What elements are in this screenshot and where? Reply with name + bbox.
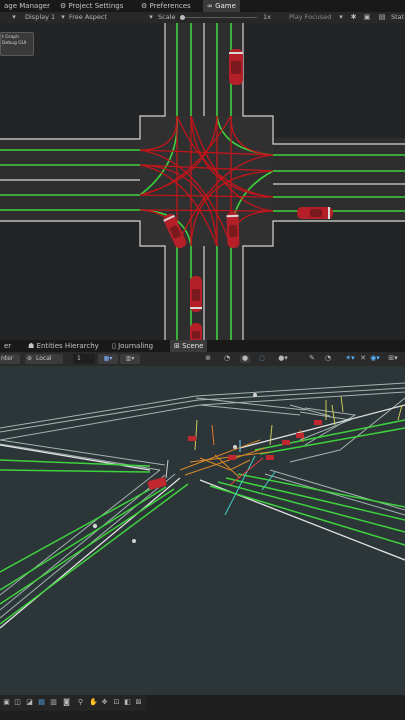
snap-icon: ▥▾ (125, 355, 135, 362)
tab-hierarchy[interactable]: er (0, 340, 15, 352)
chevron-down-icon: ▾ (339, 13, 343, 21)
grid-snap-value: 1 (77, 355, 81, 362)
scale-label: Scale (158, 13, 176, 21)
road-outlines-3d (0, 382, 405, 619)
overlay-line-1: t Graph (2, 35, 19, 40)
space-dropdown-label: Local (36, 355, 52, 362)
tab-hierarchy-label: er (4, 342, 12, 350)
snap-increment-icon[interactable]: ⊠ (133, 697, 144, 708)
intersection-area (140, 116, 273, 246)
tab-project-settings-label: Project Settings (68, 2, 124, 10)
scale-tool-icon[interactable]: ⊡ (111, 697, 122, 708)
layers-icon[interactable]: ◧ (122, 697, 133, 708)
game-toolbar: ▾ Display 1 ▾ Free Aspect ▾ Scale 1x Pla… (0, 12, 405, 23)
transform-tool-icon[interactable]: ▥ (48, 697, 59, 708)
tab-game[interactable]: ∞ Game (203, 0, 240, 12)
scale-slider-track[interactable] (181, 17, 257, 18)
custom-tool-icon[interactable]: ◙ (61, 697, 72, 708)
view-tool-icon[interactable]: ▣ (1, 697, 12, 708)
chevron-down-icon: ▾ (61, 13, 65, 21)
sphere-icon: ● (241, 354, 249, 362)
intersection-3d-view (0, 382, 405, 629)
car (226, 211, 240, 249)
tab-preferences-label: Preferences (149, 2, 191, 10)
tab-preferences[interactable]: ⚙ Preferences (137, 0, 195, 12)
increment-snap-button[interactable]: ▥▾ (120, 354, 140, 364)
shading-lit-icon[interactable]: ◌ (257, 353, 267, 364)
render-mode-icon[interactable]: ●▾ (276, 353, 290, 364)
tab-project-settings[interactable]: ⚙ Project Settings (56, 0, 127, 12)
car (229, 49, 243, 85)
scale-value: 1x (263, 13, 271, 21)
hand-tool-icon[interactable]: ✋ (88, 697, 99, 708)
tab-scene[interactable]: ⊞ Scene (170, 340, 208, 352)
stats-button[interactable]: Stat (391, 12, 404, 23)
hidden-objects-icon[interactable]: ✕ (358, 353, 368, 364)
aspect-icon[interactable]: ▤ (377, 12, 387, 23)
game-view[interactable]: t Graph Debug GUI (0, 23, 405, 340)
intersection-top-view (0, 23, 405, 340)
chevron-down-icon[interactable]: ▾ (10, 12, 18, 23)
grid-snap-input[interactable]: 1 (73, 354, 95, 364)
lane-lines-3d (0, 419, 405, 625)
shading-shaded-button[interactable]: ● (240, 354, 250, 363)
aspect-dropdown[interactable]: Free Aspect (69, 12, 107, 23)
display-dropdown[interactable]: Display 1 (25, 12, 55, 23)
search-icon[interactable]: ⚲ (75, 697, 86, 708)
draw-mode-icon[interactable]: ⊕ (203, 353, 213, 364)
overlay-line-2: Debug GUI (2, 41, 27, 46)
mute-audio-icon[interactable]: ✱ (349, 12, 358, 23)
lighting-toggle-icon[interactable]: ✎ (307, 353, 317, 364)
chevron-down-icon: ▾ (149, 13, 153, 21)
scene-toolbar: nter ⊛ Local 1 ▦▾ ▥▾ ⊕ ◔ ● ◌ ●▾ ✎ ◔ ✶▾ ✕… (0, 352, 405, 366)
debug-overlay-panel[interactable]: t Graph Debug GUI (0, 32, 34, 56)
scene-tool-overlay: ▣ ◫ ◪ ▤ ▥ ◙ ⚲ ✋ ✥ ⊡ ◧ ⊠ (0, 695, 146, 711)
tab-package-manager-label: age Manager (4, 2, 50, 10)
tab-package-manager[interactable]: age Manager (0, 0, 54, 12)
rect-tool-icon[interactable]: ▤ (36, 697, 47, 708)
play-mode-dropdown[interactable]: Play Focused (289, 12, 331, 23)
visibility-icon[interactable]: ◉▾ (368, 353, 382, 364)
rotate-tool-icon[interactable]: ◪ (24, 697, 35, 708)
effects-icon[interactable]: ✶▾ (343, 353, 357, 364)
scene-grid-icon: ⊞ (174, 342, 183, 350)
pivot-dropdown-label: nter (1, 355, 14, 362)
scene-view[interactable] (0, 366, 405, 695)
gear-icon: ⚙ (60, 2, 69, 10)
scale-slider-handle[interactable] (180, 15, 185, 20)
move-tool-icon[interactable]: ◫ (12, 697, 23, 708)
car (190, 276, 202, 312)
bottom-margin (0, 711, 405, 720)
audio-toggle-icon[interactable]: ◔ (323, 353, 333, 364)
tab-scene-label: Scene (182, 342, 204, 350)
game-window-tab-bar: age Manager ⚙ Project Settings ⚙ Prefere… (0, 0, 405, 12)
local-space-icon: ⊛ (27, 355, 33, 362)
snap-settings-button[interactable]: ▦▾ (98, 354, 118, 364)
scene-markers (92, 393, 257, 543)
tab-game-label: Game (215, 2, 236, 10)
shading-wireframe-icon[interactable]: ◔ (222, 353, 232, 364)
car (190, 323, 202, 340)
tab-journaling-label: Journaling (118, 342, 154, 350)
gamepad-icon: ∞ (207, 2, 216, 10)
gear-icon: ⚙ (141, 2, 150, 10)
tab-entities-hierarchy-label: Entities Hierarchy (36, 342, 99, 350)
gizmos-icon[interactable]: ▣ (362, 12, 372, 23)
scene-window-tab-bar: er ☗ Entities Hierarchy ▯ Journaling ⊞ S… (0, 340, 405, 352)
intersection-paths-3d (179, 439, 271, 479)
pivot-dropdown[interactable]: nter (0, 354, 20, 364)
gizmos-icon[interactable]: ⊞▾ (386, 353, 400, 364)
space-dropdown[interactable]: ⊛ Local (25, 354, 63, 364)
grid-icon: ▦▾ (103, 355, 113, 362)
car (297, 207, 333, 219)
entities-icon: ☗ (28, 342, 37, 350)
move-arrows-icon[interactable]: ✥ (99, 697, 110, 708)
tab-entities-hierarchy[interactable]: ☗ Entities Hierarchy (24, 340, 103, 352)
tab-journaling[interactable]: ▯ Journaling (108, 340, 157, 352)
